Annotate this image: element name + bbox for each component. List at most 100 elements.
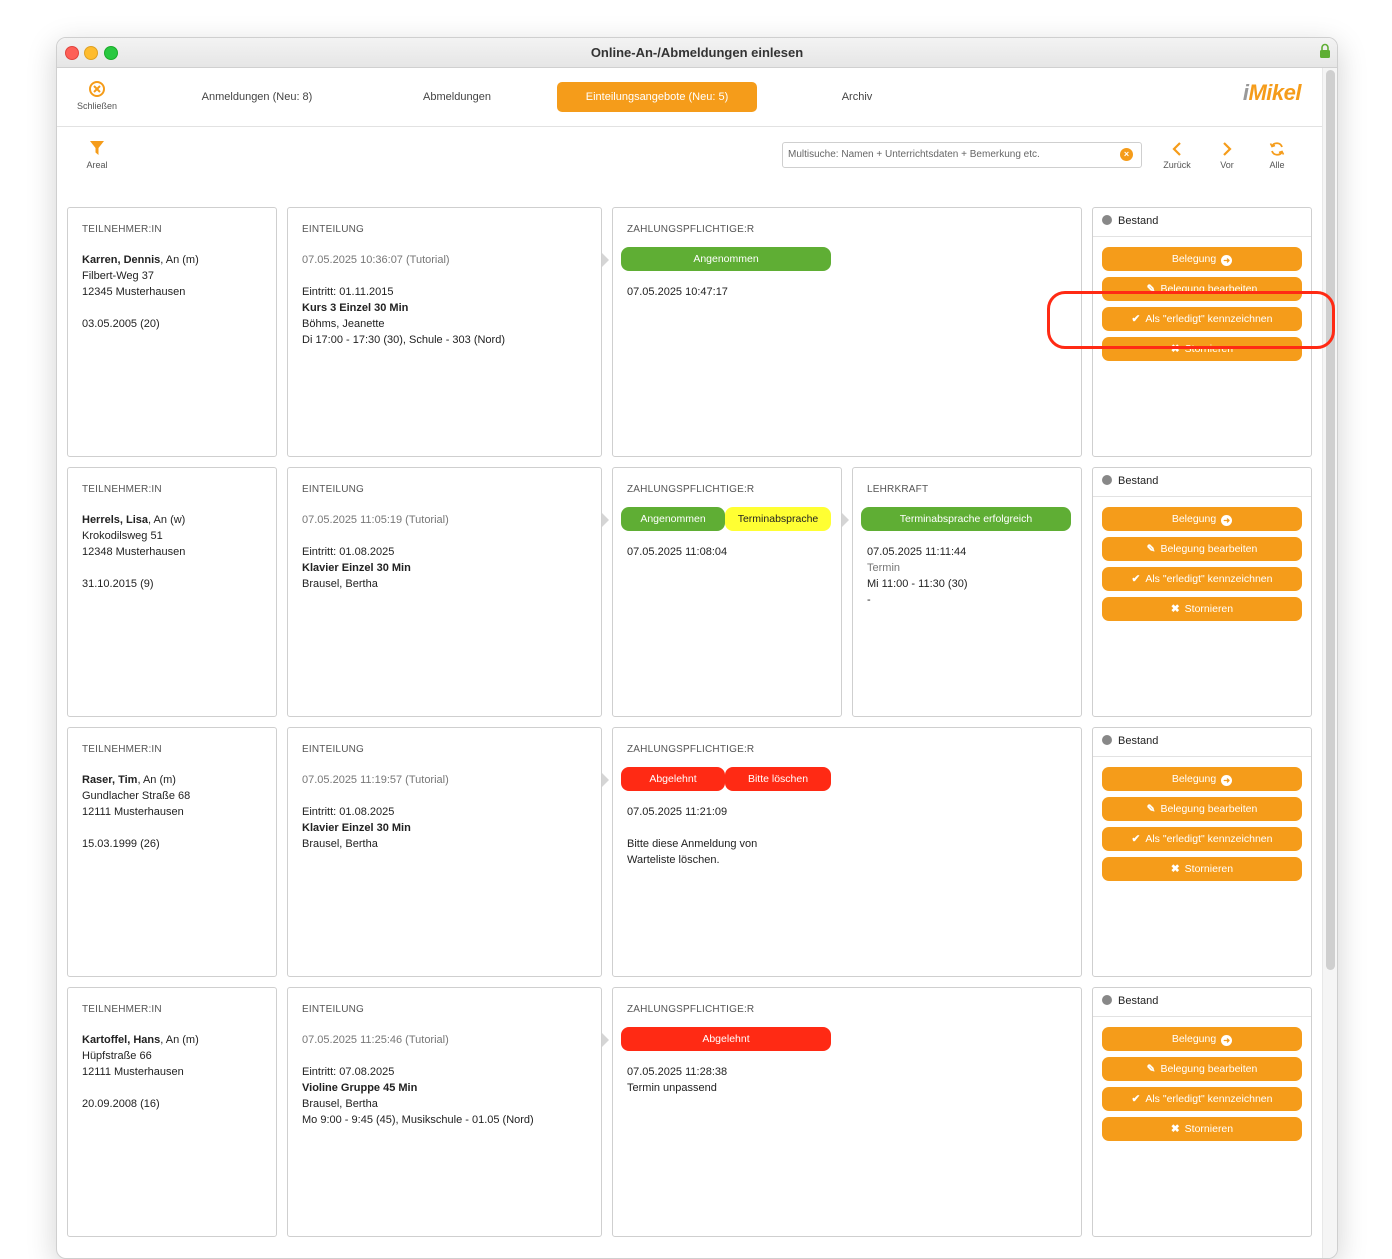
bestand-status: Bestand: [1102, 215, 1158, 227]
assignment-entry: Eintritt: 01.08.2025: [302, 806, 395, 818]
assignment-header: EINTEILUNG: [302, 484, 365, 495]
assignment-schedule: Mo 9:00 - 9:45 (45), Musikschule - 01.05…: [302, 1114, 534, 1126]
participant-birth: 15.03.1999 (26): [82, 838, 160, 850]
forward-button[interactable]: Vor: [1207, 141, 1247, 170]
payer-note: Termin unpassend: [627, 1082, 717, 1094]
participant-card: TEILNEHMER:IN Herrels, Lisa, An (w) Krok…: [67, 467, 277, 717]
assignment-timestamp: 07.05.2025 11:19:57 (Tutorial): [302, 774, 449, 786]
payer-header: ZAHLUNGSPFLICHTIGE:R: [627, 484, 755, 495]
areal-filter-button[interactable]: Areal: [67, 140, 127, 170]
chevron-left-icon: [1172, 142, 1181, 156]
forward-label: Vor: [1220, 160, 1234, 170]
belegung-button[interactable]: Belegung ➜: [1102, 247, 1302, 271]
mark-done-button[interactable]: ✔ Als "erledigt" kennzeichnen: [1102, 1087, 1302, 1111]
participant-street: Gundlacher Straße 68: [82, 790, 191, 802]
all-button[interactable]: Alle: [1257, 141, 1297, 170]
assignment-entry: Eintritt: 01.08.2025: [302, 546, 395, 558]
action-card: Bestand Belegung ➜ ✎ Belegung bearbeiten ✔…: [1092, 727, 1312, 977]
mark-done-button[interactable]: ✔ Als "erledigt" kennzeichnen: [1102, 827, 1302, 851]
flow-arrow: [602, 253, 609, 267]
app-window: Online-An-/Abmeldungen einlesen Schließe…: [56, 37, 1338, 1259]
flow-arrow: [602, 1033, 609, 1047]
cancel-button[interactable]: ✖ Stornieren: [1102, 857, 1302, 881]
close-label: Schließen: [76, 101, 118, 111]
participant-birth: 03.05.2005 (20): [82, 318, 160, 330]
status-badge: Abgelehnt: [621, 767, 725, 791]
belegung-button[interactable]: Belegung ➜: [1102, 1027, 1302, 1051]
assignment-header: EINTEILUNG: [302, 744, 365, 755]
payer-time: 07.05.2025 11:21:09: [627, 806, 728, 818]
all-label: Alle: [1269, 160, 1285, 170]
tab-abmeldungen[interactable]: Abmeldungen: [377, 82, 537, 112]
participant-name: Kartoffel, Hans: [82, 1034, 161, 1046]
assignment-header: EINTEILUNG: [302, 1004, 365, 1015]
edit-belegung-button[interactable]: ✎ Belegung bearbeiten: [1102, 797, 1302, 821]
belegung-button[interactable]: Belegung ➜: [1102, 767, 1302, 791]
status-badge: Angenommen: [621, 247, 831, 271]
chevron-right-icon: [1223, 142, 1232, 156]
participant-city: 12111 Musterhausen: [82, 1066, 184, 1078]
filter-toolbar: Areal × Zurück Vor Alle: [57, 127, 1323, 189]
mark-done-button[interactable]: ✔ Als "erledigt" kennzeichnen: [1102, 567, 1302, 591]
bestand-status: Bestand: [1102, 735, 1158, 747]
x-icon: ✖: [1170, 863, 1180, 875]
participant-card: TEILNEHMER:IN Kartoffel, Hans, An (m) Hü…: [67, 987, 277, 1237]
payer-note: Warteliste löschen.: [627, 854, 720, 866]
assignment-card: EINTEILUNG 07.05.2025 11:19:57 (Tutorial…: [287, 727, 602, 977]
participant-city: 12345 Musterhausen: [82, 286, 186, 298]
checkmark-icon: ✔: [1131, 833, 1141, 845]
assignment-timestamp: 07.05.2025 11:25:46 (Tutorial): [302, 1034, 449, 1046]
lock-icon: [1320, 43, 1330, 58]
assignment-entry: Eintritt: 01.11.2015: [302, 286, 394, 298]
participant-birth: 20.09.2008 (16): [82, 1098, 160, 1110]
pencil-icon: ✎: [1146, 1063, 1156, 1075]
x-icon: ✖: [1170, 1123, 1180, 1135]
assignment-course: Klavier Einzel 30 Min: [302, 562, 411, 574]
payer-card: ZAHLUNGSPFLICHTIGE:R Angenommen Terminab…: [612, 467, 842, 717]
payer-header: ZAHLUNGSPFLICHTIGE:R: [627, 744, 755, 755]
close-button[interactable]: Schließen: [67, 81, 127, 111]
edit-belegung-button[interactable]: ✎ Belegung bearbeiten: [1102, 277, 1302, 301]
assignment-course: Klavier Einzel 30 Min: [302, 822, 411, 834]
multisearch-input[interactable]: [788, 143, 1118, 165]
imikel-logo: iMikel: [1242, 80, 1302, 105]
arrow-right-circle-icon: ➜: [1221, 515, 1233, 526]
mark-done-button[interactable]: ✔ Als "erledigt" kennzeichnen: [1102, 307, 1302, 331]
tab-anmeldungen[interactable]: Anmeldungen (Neu: 8): [177, 82, 337, 112]
belegung-button[interactable]: Belegung ➜: [1102, 507, 1302, 531]
participant-birth: 31.10.2015 (9): [82, 578, 154, 590]
cancel-button[interactable]: ✖ Stornieren: [1102, 1117, 1302, 1141]
participant-name: Herrels, Lisa: [82, 514, 149, 526]
areal-label: Areal: [86, 160, 108, 170]
pencil-icon: ✎: [1146, 543, 1156, 555]
flow-arrow: [602, 773, 609, 787]
assignment-timestamp: 07.05.2025 11:05:19 (Tutorial): [302, 514, 449, 526]
back-button[interactable]: Zurück: [1157, 141, 1197, 170]
assignment-card: EINTEILUNG 07.05.2025 10:36:07 (Tutorial…: [287, 207, 602, 457]
assignment-timestamp: 07.05.2025 10:36:07 (Tutorial): [302, 254, 450, 266]
action-card: Bestand Belegung ➜ ✎ Belegung bearbeiten ✔…: [1092, 207, 1312, 457]
checkmark-icon: ✔: [1131, 313, 1141, 325]
assignment-header: EINTEILUNG: [302, 224, 365, 235]
tab-archiv[interactable]: Archiv: [777, 82, 937, 112]
payer-card: ZAHLUNGSPFLICHTIGE:R Angenommen 07.05.20…: [612, 207, 1082, 457]
termin-slot: Mi 11:00 - 11:30 (30): [867, 578, 968, 590]
multisearch-box: ×: [782, 142, 1142, 168]
teacher-card: LEHRKRAFT Terminabsprache erfolgreich 07…: [852, 467, 1082, 717]
status-badge: Terminabsprache erfolgreich: [861, 507, 1071, 531]
bestand-status: Bestand: [1102, 995, 1158, 1007]
participant-header: TEILNEHMER:IN: [82, 1004, 162, 1015]
cancel-button[interactable]: ✖ Stornieren: [1102, 337, 1302, 361]
x-icon: ✖: [1170, 343, 1180, 355]
clear-search-icon[interactable]: ×: [1120, 148, 1133, 161]
tab-einteilungsangebote[interactable]: Einteilungsangebote (Neu: 5): [557, 82, 757, 112]
payer-card: ZAHLUNGSPFLICHTIGE:R Abgelehnt Bitte lös…: [612, 727, 1082, 977]
arrow-right-circle-icon: ➜: [1221, 775, 1233, 786]
scrollbar-thumb[interactable]: [1326, 70, 1335, 970]
assignment-teacher: Brausel, Bertha: [302, 1098, 378, 1110]
cancel-button[interactable]: ✖ Stornieren: [1102, 597, 1302, 621]
edit-belegung-button[interactable]: ✎ Belegung bearbeiten: [1102, 537, 1302, 561]
arrow-right-circle-icon: ➜: [1221, 255, 1233, 266]
edit-belegung-button[interactable]: ✎ Belegung bearbeiten: [1102, 1057, 1302, 1081]
bestand-status: Bestand: [1102, 475, 1158, 487]
